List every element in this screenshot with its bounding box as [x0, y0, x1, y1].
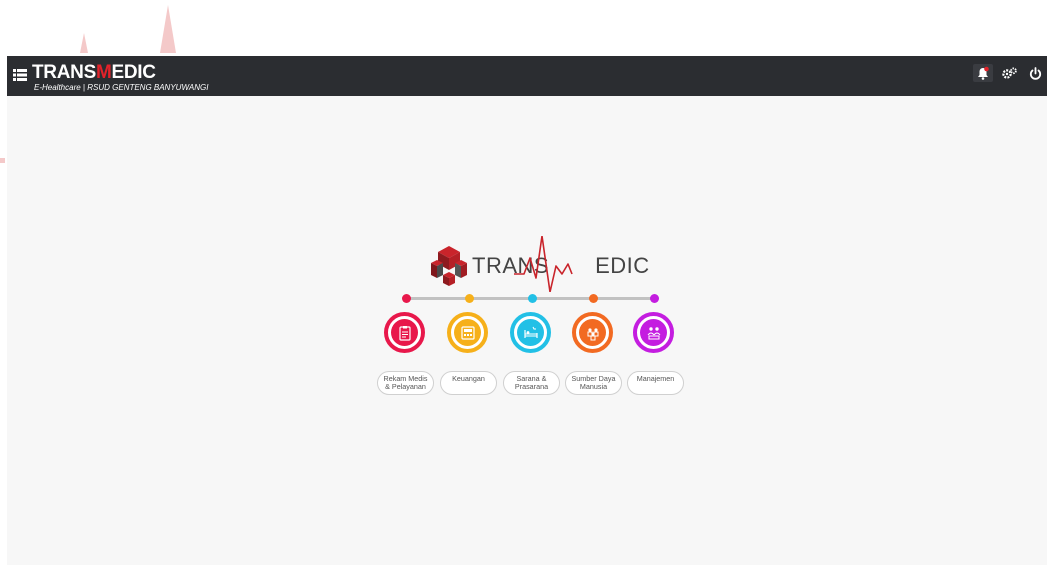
- module-label-keuangan[interactable]: Keuangan: [440, 371, 497, 395]
- hospital-bed-icon: [517, 319, 544, 346]
- top-navbar: TRANSMEDIC E-Healthcare | RSUD GENTENG B…: [7, 56, 1047, 96]
- module-button-keuangan[interactable]: [447, 312, 488, 353]
- decorative-triangle-small: [80, 33, 88, 53]
- module-label-text: Keuangan: [452, 374, 485, 383]
- people-group-icon: [579, 319, 606, 346]
- heartbeat-m-icon: [514, 236, 573, 292]
- page-background: [7, 56, 1047, 565]
- module-label-sarana-prasarana[interactable]: Sarana & Prasarana: [503, 371, 560, 395]
- module-button-manajemen[interactable]: [633, 312, 674, 353]
- calculator-icon: [454, 319, 481, 346]
- team-meeting-icon: [640, 319, 667, 346]
- brand-subtitle: E-Healthcare | RSUD GENTENG BANYUWANGI: [34, 83, 209, 92]
- cube-logo-icon: [431, 246, 467, 286]
- menu-list-icon[interactable]: [13, 68, 27, 86]
- transmedic-logo: TRANS EDIC: [430, 236, 649, 292]
- module-label-text: Manajemen: [636, 374, 675, 383]
- decorative-square: [0, 158, 5, 163]
- top-actions: [973, 62, 1045, 84]
- notification-bell-icon[interactable]: [973, 64, 993, 82]
- module-label-rekam-medis[interactable]: Rekam Medis & Pelayanan: [377, 371, 434, 395]
- module-button-sarana-prasarana[interactable]: [510, 312, 551, 353]
- module-button-sdm[interactable]: [572, 312, 613, 353]
- power-icon[interactable]: [1025, 64, 1045, 82]
- module-label-text: Sarana & Prasarana: [514, 374, 549, 391]
- module-label-sdm[interactable]: Sumber Daya Manusia: [565, 371, 622, 395]
- module-label-manajemen[interactable]: Manajemen: [627, 371, 684, 395]
- clipboard-icon: [391, 319, 418, 346]
- brand-title[interactable]: TRANSMEDIC: [32, 63, 156, 83]
- module-button-rekam-medis[interactable]: [384, 312, 425, 353]
- decorative-triangle: [160, 5, 176, 53]
- module-label-text: Sumber Daya Manusia: [571, 374, 616, 391]
- settings-cogs-icon[interactable]: [999, 64, 1019, 82]
- module-label-text: Rekam Medis & Pelayanan: [383, 374, 428, 391]
